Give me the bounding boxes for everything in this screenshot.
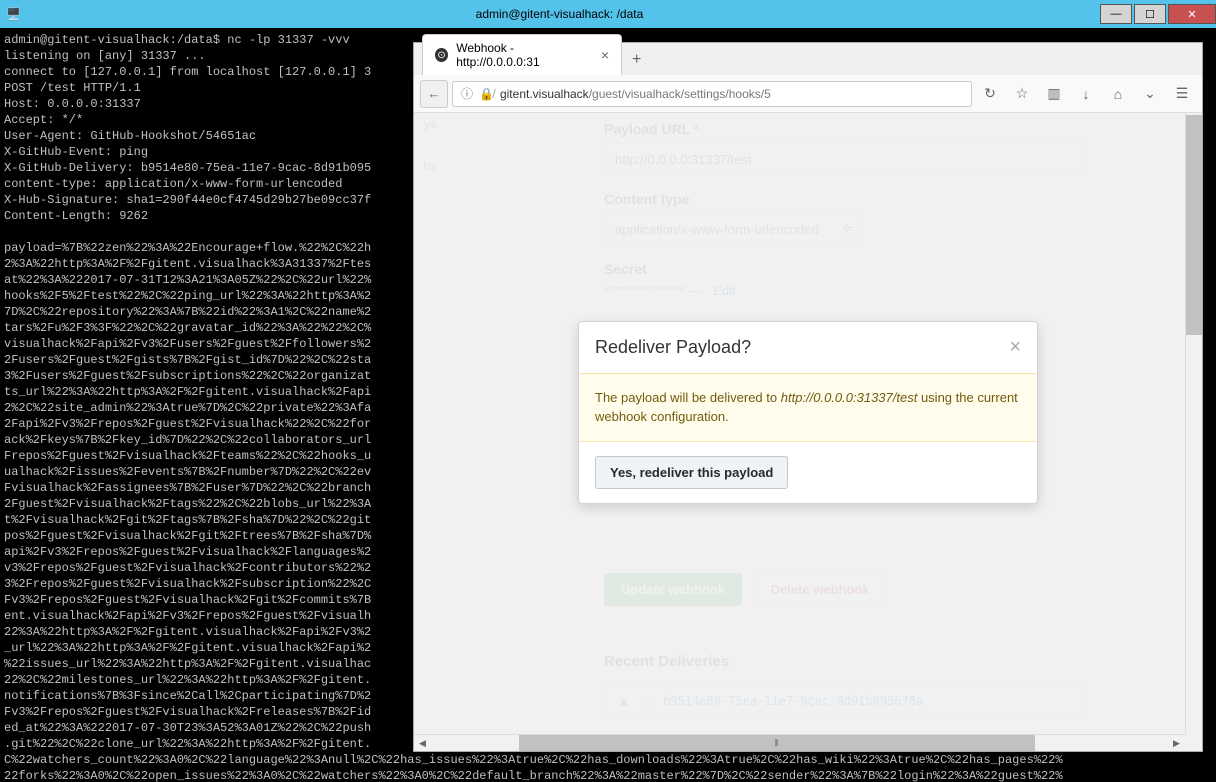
browser-viewport: ys bs Payload URL * Content type applica… [414,113,1202,751]
scroll-corner [1185,734,1202,751]
library-icon[interactable]: ▥ [1040,80,1068,108]
new-tab-button[interactable]: + [622,45,651,75]
menu-icon[interactable]: ☰ [1168,80,1196,108]
tab-close-icon[interactable]: × [601,47,609,63]
modal-overlay: Redeliver Payload? × The payload will be… [414,113,1202,751]
redeliver-modal: Redeliver Payload? × The payload will be… [578,321,1038,504]
modal-close-icon[interactable]: × [1009,336,1021,359]
scroll-right-icon[interactable]: ▶ [1168,735,1185,752]
back-button[interactable]: ← [420,80,448,108]
pocket-icon[interactable]: ⌄ [1136,80,1164,108]
browser-window: ⊙ Webhook - http://0.0.0.0:31 × + ← ⓘ 🔒̸… [413,42,1203,752]
hscroll-thumb[interactable]: ⦀ [519,735,1035,751]
modal-title: Redeliver Payload? [595,337,751,358]
url-path: /guest/visualhack/settings/hooks/5 [589,87,771,101]
address-bar-row: ← ⓘ 🔒̸ gitent.visualhack/guest/visualhac… [414,75,1202,113]
browser-tab[interactable]: ⊙ Webhook - http://0.0.0.0:31 × [422,34,622,75]
modal-body: The payload will be delivered to http://… [579,373,1037,442]
vertical-scrollbar[interactable] [1185,113,1202,734]
window-title: admin@gitent-visualhack: /data [21,7,1098,21]
close-button[interactable]: ✕ [1168,4,1216,24]
minimize-button[interactable]: — [1100,4,1132,24]
tab-strip: ⊙ Webhook - http://0.0.0.0:31 × + [414,43,1202,75]
horizontal-scrollbar[interactable]: ◀ ⦀ ▶ [414,734,1185,751]
url-host: gitent.visualhack [500,87,589,101]
github-icon: ⊙ [435,48,448,62]
window-titlebar: 🖥️ admin@gitent-visualhack: /data — ☐ ✕ [0,0,1216,28]
address-bar[interactable]: ⓘ 🔒̸ gitent.visualhack/guest/visualhack/… [452,81,972,107]
insecure-lock-icon: 🔒̸ [479,87,494,101]
bookmark-star-icon[interactable]: ☆ [1008,80,1036,108]
maximize-button[interactable]: ☐ [1134,4,1166,24]
downloads-icon[interactable]: ↓ [1072,80,1100,108]
redeliver-confirm-button[interactable]: Yes, redeliver this payload [595,456,788,489]
refresh-button[interactable]: ↻ [976,80,1004,108]
scroll-left-icon[interactable]: ◀ [414,735,431,752]
putty-icon: 🖥️ [6,7,21,21]
home-icon[interactable]: ⌂ [1104,80,1132,108]
vscroll-thumb[interactable] [1186,115,1202,335]
tab-title: Webhook - http://0.0.0.0:31 [456,41,593,69]
info-icon: ⓘ [461,85,473,102]
window-controls: — ☐ ✕ [1098,4,1216,24]
